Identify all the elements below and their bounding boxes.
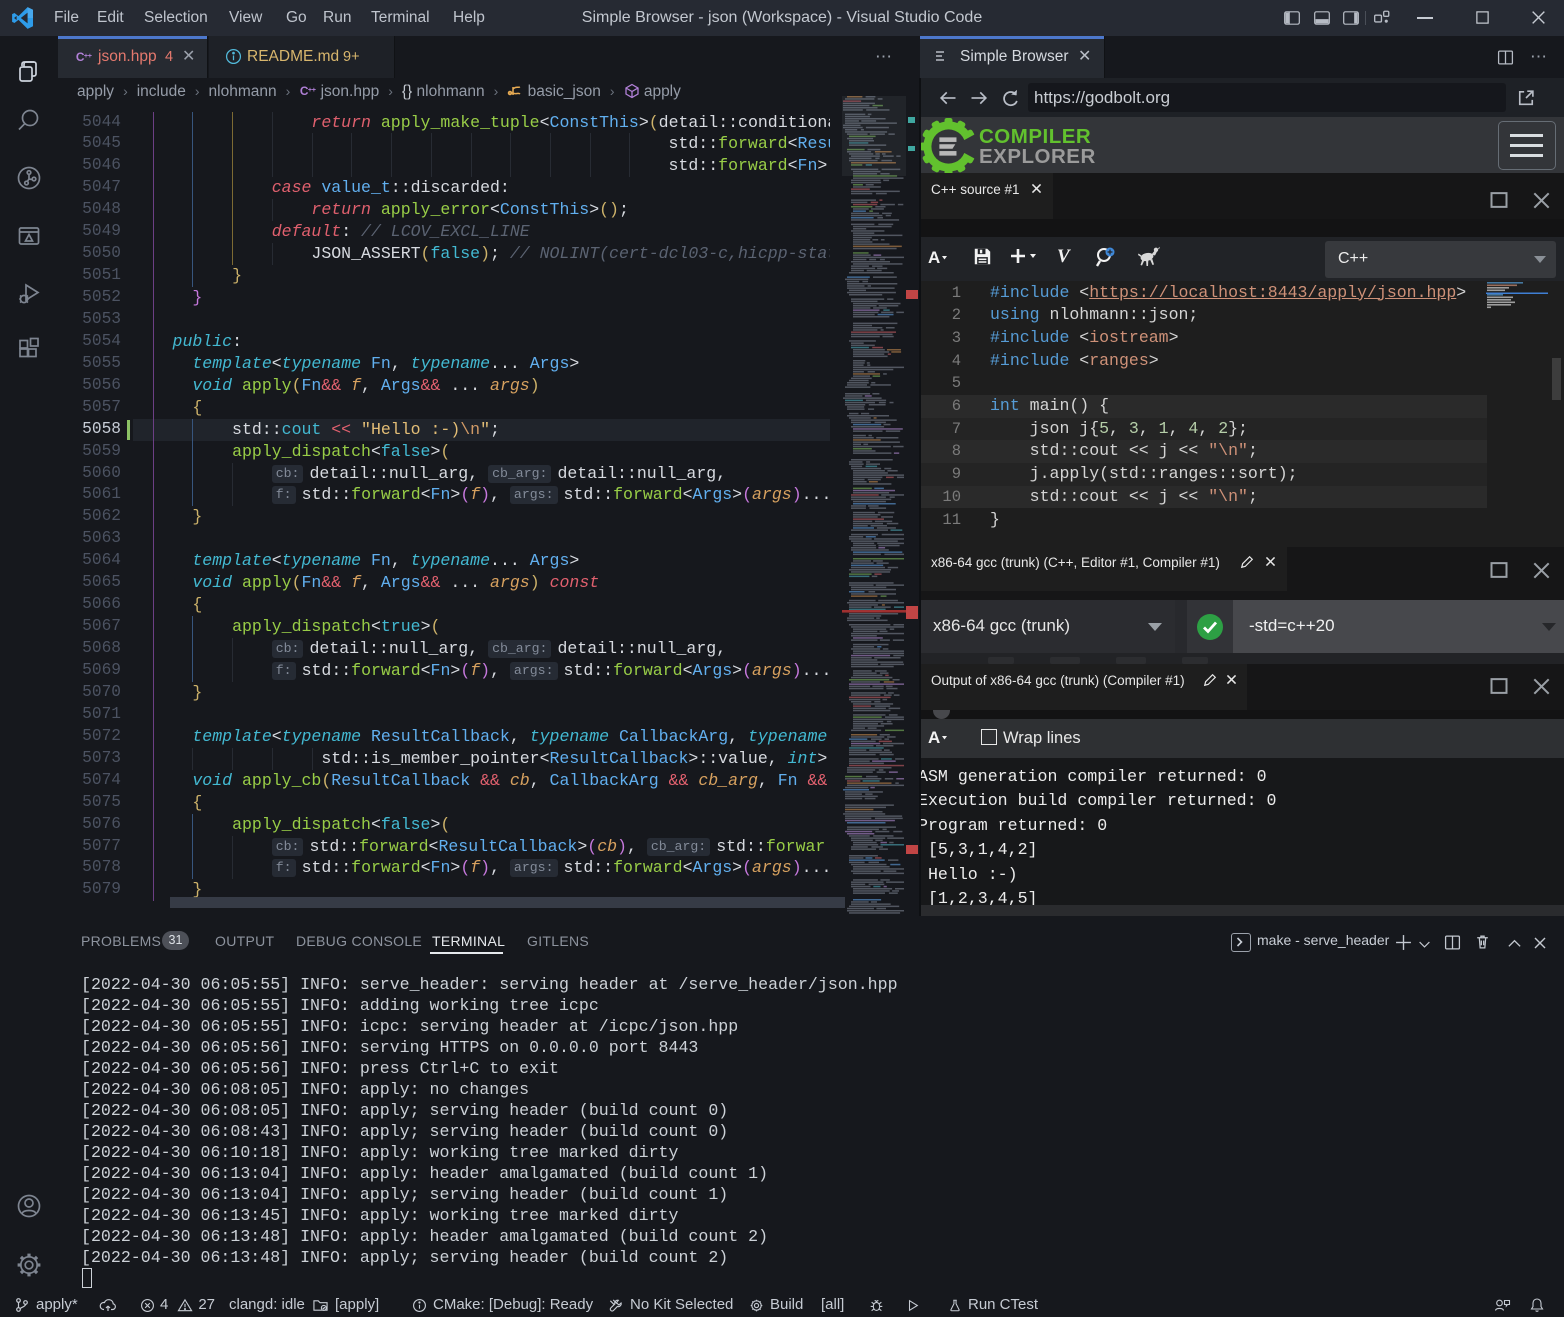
svg-text:A: A xyxy=(928,728,940,747)
svg-text:A: A xyxy=(928,248,940,267)
svg-text:+: + xyxy=(88,51,92,60)
